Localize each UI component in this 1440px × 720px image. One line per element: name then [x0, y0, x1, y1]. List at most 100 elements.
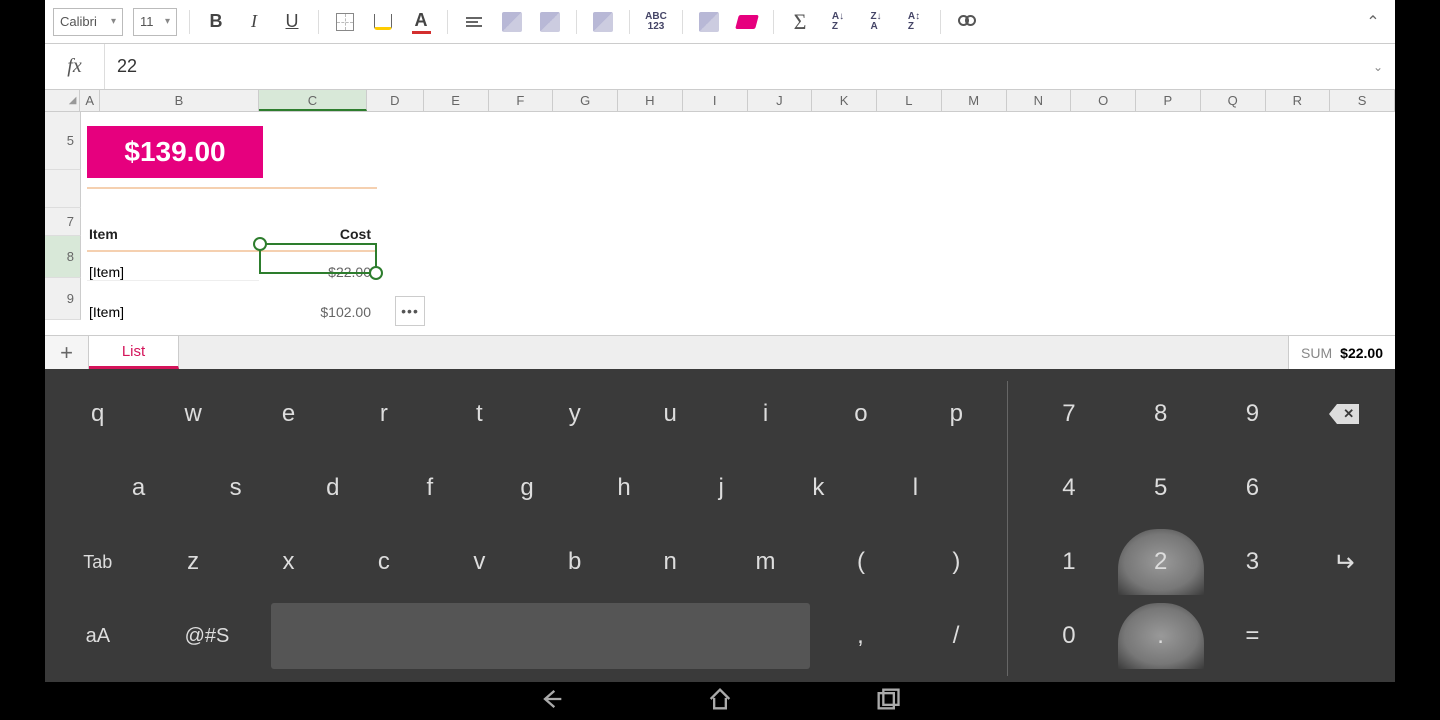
- font-color-button[interactable]: A: [407, 8, 435, 36]
- key-2[interactable]: 2: [1118, 529, 1204, 595]
- key-5[interactable]: 5: [1118, 455, 1204, 521]
- select-all-corner[interactable]: ◢: [45, 90, 80, 111]
- key-m[interactable]: m: [721, 529, 810, 595]
- key-e[interactable]: e: [244, 381, 333, 447]
- row-header-9[interactable]: 9: [45, 278, 81, 320]
- key-p[interactable]: p: [912, 381, 1001, 447]
- key-h[interactable]: h: [579, 455, 670, 521]
- col-header-J[interactable]: J: [748, 90, 813, 111]
- font-size-select[interactable]: 11 ▾: [133, 8, 177, 36]
- spreadsheet-grid[interactable]: ◢ A B C D E F G H I J K L M N O P Q R S …: [45, 90, 1395, 335]
- nav-home-button[interactable]: [706, 685, 734, 718]
- wrap-button[interactable]: [536, 8, 564, 36]
- sort-asc-button[interactable]: A↓ Z: [824, 8, 852, 36]
- italic-button[interactable]: I: [240, 8, 268, 36]
- key-g[interactable]: g: [481, 455, 572, 521]
- key-blank2[interactable]: [1301, 603, 1387, 669]
- key-tab[interactable]: Tab: [53, 529, 142, 595]
- key-blank1[interactable]: [1301, 455, 1387, 521]
- insert-cells-button[interactable]: [695, 8, 723, 36]
- key-8[interactable]: 8: [1118, 381, 1204, 447]
- bold-button[interactable]: B: [202, 8, 230, 36]
- key-paren-open[interactable]: (: [816, 529, 905, 595]
- row-header-8[interactable]: 8: [45, 236, 81, 278]
- insert-row-button[interactable]: [589, 8, 617, 36]
- row-header-7[interactable]: 7: [45, 208, 81, 236]
- key-9[interactable]: 9: [1210, 381, 1296, 447]
- col-header-H[interactable]: H: [618, 90, 683, 111]
- cell-item-2[interactable]: [Item]: [87, 304, 259, 320]
- key-w[interactable]: w: [148, 381, 237, 447]
- key-backspace[interactable]: ✕: [1301, 381, 1387, 447]
- key-slash[interactable]: /: [911, 603, 1001, 669]
- col-header-P[interactable]: P: [1136, 90, 1201, 111]
- key-t[interactable]: t: [435, 381, 524, 447]
- total-cell[interactable]: $139.00: [87, 126, 263, 178]
- add-sheet-button[interactable]: +: [45, 336, 89, 369]
- key-u[interactable]: u: [625, 381, 714, 447]
- key-z[interactable]: z: [148, 529, 237, 595]
- underline-button[interactable]: U: [278, 8, 306, 36]
- col-header-M[interactable]: M: [942, 90, 1007, 111]
- key-a[interactable]: a: [93, 455, 184, 521]
- font-family-select[interactable]: Calibri ▾: [53, 8, 123, 36]
- col-header-Q[interactable]: Q: [1201, 90, 1266, 111]
- key-3[interactable]: 3: [1210, 529, 1296, 595]
- selection-handle-bottom-right[interactable]: [369, 266, 383, 280]
- key-s[interactable]: s: [190, 455, 281, 521]
- cell-item-1[interactable]: [Item]: [87, 264, 259, 281]
- key-j[interactable]: j: [676, 455, 767, 521]
- sort-custom-button[interactable]: A↕ Z: [900, 8, 928, 36]
- key-l[interactable]: l: [870, 455, 961, 521]
- key-d[interactable]: d: [287, 455, 378, 521]
- autosum-button[interactable]: Σ: [786, 8, 814, 36]
- col-header-D[interactable]: D: [367, 90, 424, 111]
- clear-button[interactable]: [733, 8, 761, 36]
- key-4[interactable]: 4: [1026, 455, 1112, 521]
- key-equals[interactable]: =: [1210, 603, 1296, 669]
- key-enter[interactable]: ↵: [1301, 529, 1387, 595]
- col-header-C[interactable]: C: [259, 90, 367, 111]
- key-y[interactable]: y: [530, 381, 619, 447]
- selection-handle-top-left[interactable]: [253, 237, 267, 251]
- key-r[interactable]: r: [339, 381, 428, 447]
- col-header-O[interactable]: O: [1071, 90, 1136, 111]
- key-paren-close[interactable]: ): [912, 529, 1001, 595]
- col-header-B[interactable]: B: [100, 90, 259, 111]
- col-header-E[interactable]: E: [424, 90, 489, 111]
- key-0[interactable]: 0: [1026, 603, 1112, 669]
- context-menu-button[interactable]: •••: [395, 296, 425, 326]
- key-i[interactable]: i: [721, 381, 810, 447]
- key-symbols[interactable]: @#S: [149, 603, 266, 669]
- key-period[interactable]: .: [1118, 603, 1204, 669]
- key-6[interactable]: 6: [1210, 455, 1296, 521]
- key-f[interactable]: f: [384, 455, 475, 521]
- nav-back-button[interactable]: [538, 685, 566, 718]
- key-1[interactable]: 1: [1026, 529, 1112, 595]
- fill-color-button[interactable]: [369, 8, 397, 36]
- col-header-G[interactable]: G: [553, 90, 618, 111]
- merge-button[interactable]: [498, 8, 526, 36]
- col-header-N[interactable]: N: [1007, 90, 1072, 111]
- key-shift[interactable]: aA: [53, 603, 143, 669]
- header-item[interactable]: Item: [87, 226, 259, 242]
- align-button[interactable]: [460, 8, 488, 36]
- cell-cost-2[interactable]: $102.00: [259, 304, 377, 320]
- row-header-blank[interactable]: [45, 170, 81, 208]
- key-7[interactable]: 7: [1026, 381, 1112, 447]
- col-header-F[interactable]: F: [489, 90, 554, 111]
- sort-desc-button[interactable]: Z↓ A: [862, 8, 890, 36]
- col-header-S[interactable]: S: [1330, 90, 1395, 111]
- borders-button[interactable]: [331, 8, 359, 36]
- key-b[interactable]: b: [530, 529, 619, 595]
- key-c[interactable]: c: [339, 529, 428, 595]
- col-header-R[interactable]: R: [1266, 90, 1331, 111]
- key-k[interactable]: k: [773, 455, 864, 521]
- col-header-K[interactable]: K: [812, 90, 877, 111]
- number-format-button[interactable]: ABC 123: [642, 8, 670, 36]
- key-x[interactable]: x: [244, 529, 333, 595]
- key-comma[interactable]: ,: [816, 603, 906, 669]
- col-header-L[interactable]: L: [877, 90, 942, 111]
- key-v[interactable]: v: [435, 529, 524, 595]
- active-cell-selection[interactable]: [259, 243, 377, 274]
